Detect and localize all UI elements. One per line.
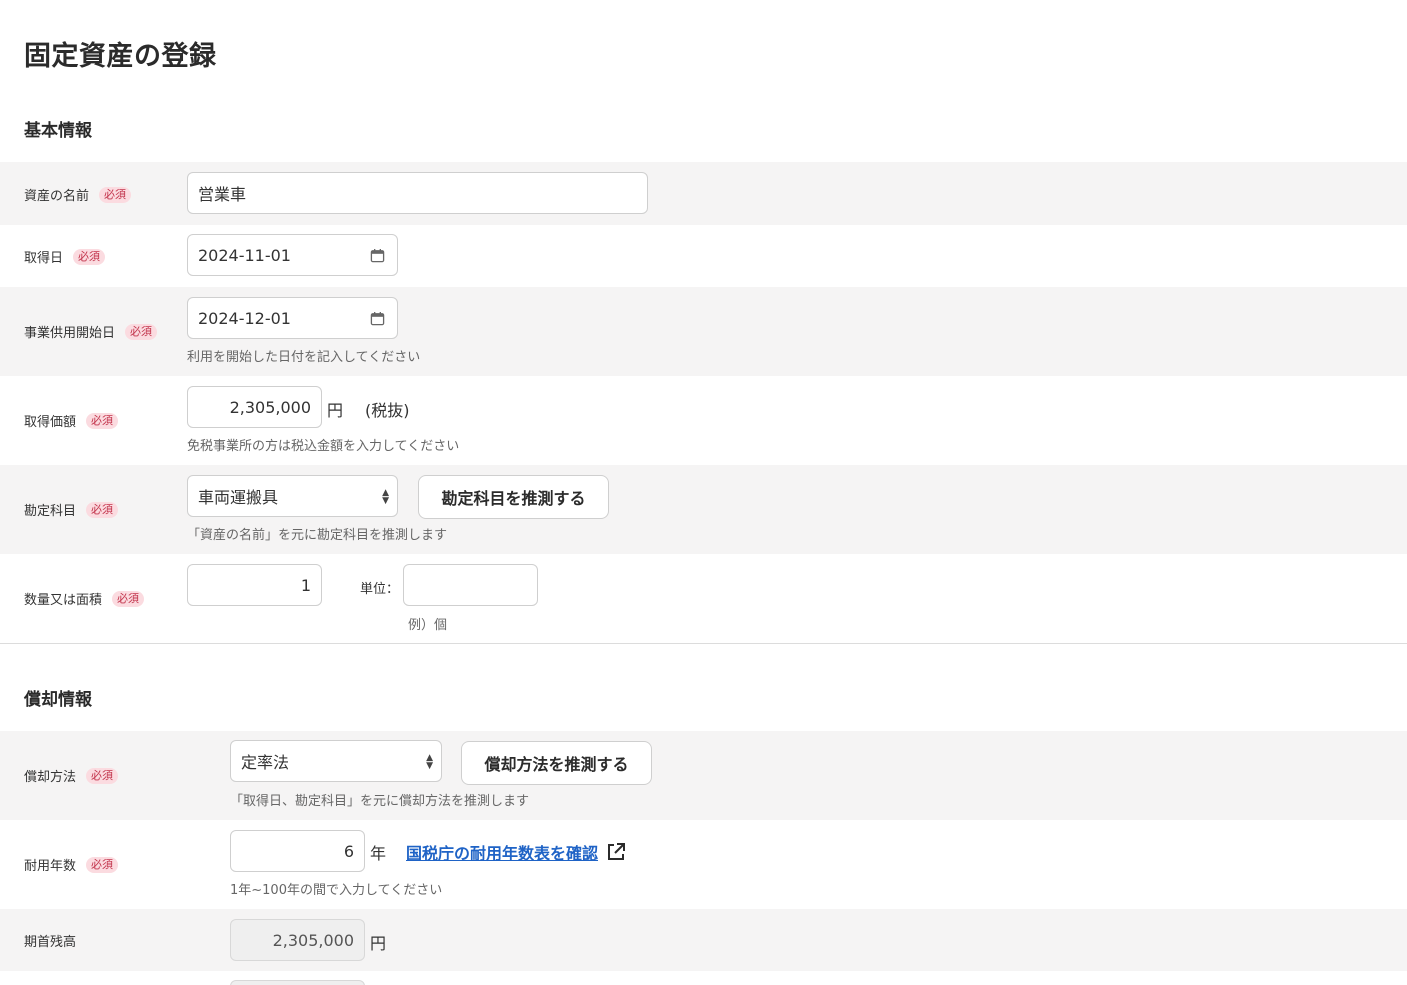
select-arrows-icon: ▲ ▼ [382,488,389,506]
calendar-icon[interactable] [370,311,385,326]
label-text: 取得日 [24,251,64,266]
service-start-date-input[interactable]: 2024-12-01 [187,297,398,339]
label-acquisition-date: 取得日 必須 [24,247,106,266]
required-badge: 必須 [73,248,106,265]
select-arrows-icon: ▲ ▼ [426,753,433,771]
useful-life-input[interactable]: 6 [230,830,365,872]
required-badge: 必須 [86,856,119,873]
row-asset-name: 資産の名前 必須 営業車 [0,162,1407,225]
label-text: 事業供用開始日 [24,326,116,341]
row-opening-balance: 期首残高 2,305,000 円 [0,909,1407,971]
required-badge: 必須 [99,186,132,203]
unit-hint: 例）個 [408,618,448,633]
label-depreciation-method: 償却方法 必須 [24,766,119,785]
depreciation-method-hint: 「取得日、勘定科目」を元に償却方法を推測します [230,794,530,809]
acquisition-date-value: 2024-11-01 [198,245,291,265]
row-acquisition-price: 取得価額 必須 2,305,000 円 (税抜) 免税事業所の方は税込金額を入力… [0,376,1407,465]
label-account-title: 勘定科目 必須 [24,500,119,519]
section-title-depreciation: 償却情報 [24,690,92,710]
guess-depreciation-method-button[interactable]: 償却方法を推測する [461,741,652,785]
label-text: 取得価額 [24,415,77,430]
price-unit: 円 [327,401,344,420]
useful-life-hint: 1年~100年の間で入力してください [230,883,443,898]
opening-balance-unit: 円 [370,934,387,953]
required-badge: 必須 [86,501,119,518]
label-text: 勘定科目 [24,504,77,519]
page-title: 固定資産の登録 [24,41,217,72]
section-divider [0,643,1407,644]
useful-life-unit: 年 [370,844,387,863]
row-acquisition-date: 取得日 必須 2024-11-01 [0,225,1407,287]
opening-balance-input: 2,305,000 [230,919,365,961]
label-acquisition-price: 取得価額 必須 [24,411,119,430]
row-useful-life: 耐用年数 必須 6 年 国税庁の耐用年数表を確認 1年~100年の間で入力してく… [0,820,1407,909]
external-link-icon[interactable] [606,842,626,862]
calendar-icon[interactable] [370,248,385,263]
required-badge: 必須 [86,412,119,429]
next-row-input-partial [230,980,365,985]
row-depreciation-method: 償却方法 必須 定率法 ▲ ▼ 償却方法を推測する 「取得日、勘定科目」を元に償却… [0,731,1407,820]
guess-account-title-button[interactable]: 勘定科目を推測する [418,475,609,519]
acquisition-price-hint: 免税事業所の方は税込金額を入力してください [187,439,460,454]
account-title-hint: 「資産の名前」を元に勘定科目を推測します [187,528,448,543]
label-asset-name: 資産の名前 必須 [24,185,132,204]
section-title-basic: 基本情報 [24,121,92,141]
label-quantity: 数量又は面積 必須 [24,589,145,608]
required-badge: 必須 [125,323,158,340]
depreciation-method-select[interactable]: 定率法 ▲ ▼ [230,740,442,782]
useful-life-table-link[interactable]: 国税庁の耐用年数表を確認 [406,840,626,864]
service-start-date-value: 2024-12-01 [198,308,291,328]
row-account-title: 勘定科目 必須 車両運搬具 ▲ ▼ 勘定科目を推測する 「資産の名前」を元に勘定科… [0,465,1407,554]
row-service-start-date: 事業供用開始日 必須 2024-12-01 利用を開始した日付を記入してください [0,287,1407,376]
required-badge: 必須 [112,590,145,607]
acquisition-date-input[interactable]: 2024-11-01 [187,234,398,276]
label-useful-life: 耐用年数 必須 [24,855,119,874]
acquisition-price-input[interactable]: 2,305,000 [187,386,322,428]
label-text: 資産の名前 [24,189,90,204]
unit-label: 単位： [360,582,400,597]
quantity-input[interactable]: 1 [187,564,322,606]
useful-life-table-link-text[interactable]: 国税庁の耐用年数表を確認 [406,840,598,864]
tax-excluded-note: (税抜) [365,401,410,420]
label-text: 数量又は面積 [24,593,103,608]
label-text: 期首残高 [24,935,77,950]
label-text: 耐用年数 [24,859,77,874]
label-text: 償却方法 [24,770,77,785]
depreciation-method-value: 定率法 [241,753,290,772]
asset-name-input[interactable]: 営業車 [187,172,648,214]
account-title-value: 車両運搬具 [198,488,279,507]
row-quantity: 数量又は面積 必須 1 単位： 例）個 [0,554,1407,643]
service-start-date-hint: 利用を開始した日付を記入してください [187,350,421,365]
account-title-select[interactable]: 車両運搬具 ▲ ▼ [187,475,398,517]
required-badge: 必須 [86,767,119,784]
unit-input[interactable] [403,564,538,606]
label-opening-balance: 期首残高 [24,931,76,950]
label-service-start-date: 事業供用開始日 必須 [24,322,158,341]
